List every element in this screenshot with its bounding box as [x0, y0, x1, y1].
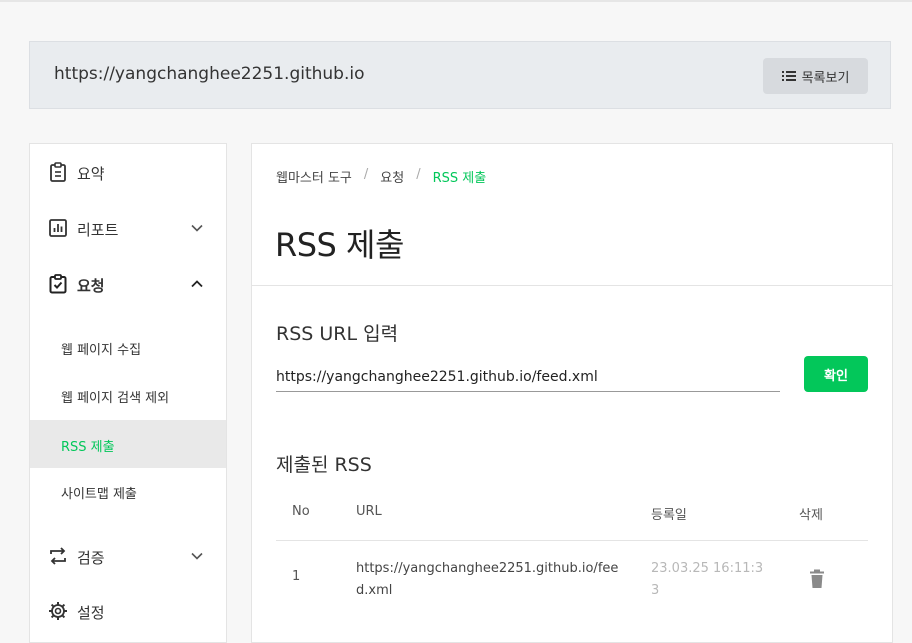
breadcrumb-separator: / [416, 167, 421, 182]
trash-icon [810, 569, 824, 588]
column-header-date: 등록일 [651, 508, 687, 523]
list-icon [781, 71, 796, 81]
sidebar-subitem-page-exclude[interactable]: 웹 페이지 검색 제외 [30, 371, 226, 419]
sidebar-item-label: 검증 [77, 549, 105, 567]
chevron-down-icon [191, 224, 203, 232]
table-row: 1 https://yangchanghee2251.github.io/fee… [276, 541, 868, 617]
page-title: RSS 제출 [275, 226, 404, 264]
column-header-delete: 삭제 [799, 508, 823, 523]
bar-chart-icon [49, 219, 67, 237]
sidebar-subitem-label: RSS 제출 [61, 440, 115, 455]
confirm-button[interactable]: 확인 [804, 356, 868, 392]
list-view-button[interactable]: 목록보기 [763, 58, 868, 94]
chevron-up-icon [191, 280, 203, 288]
sidebar-item-label: 요청 [77, 277, 105, 295]
sidebar-subitem-rss-submit[interactable]: RSS 제출 [30, 420, 226, 468]
sidebar-subitem-label: 웹 페이지 수집 [61, 343, 142, 358]
clipboard-icon [50, 162, 66, 182]
sidebar-subitem-page-collect[interactable]: 웹 페이지 수집 [30, 323, 226, 371]
chevron-down-icon [191, 552, 203, 560]
row-date: 23.03.25 16:11:33 [651, 561, 764, 598]
clipboard-check-icon [49, 274, 67, 294]
breadcrumb-item[interactable]: 요청 [380, 167, 404, 186]
sidebar-item-label: 리포트 [77, 221, 119, 239]
sidebar-item-request[interactable]: 요청 [30, 264, 226, 304]
breadcrumb-item[interactable]: 웹마스터 도구 [276, 167, 352, 186]
column-header-url: URL [356, 504, 382, 519]
divider [252, 285, 892, 286]
table-header: No URL 등록일 삭제 [276, 492, 868, 541]
sidebar-item-summary[interactable]: 요약 [30, 152, 226, 192]
rss-url-label: RSS URL 입력 [276, 323, 399, 345]
breadcrumb-current: RSS 제출 [432, 171, 487, 186]
sidebar-item-report[interactable]: 리포트 [30, 208, 226, 248]
delete-button[interactable] [808, 569, 826, 593]
sidebar-item-settings[interactable]: 설정 [30, 591, 226, 631]
sidebar-item-verify[interactable]: 검증 [30, 536, 226, 576]
row-url: https://yangchanghee2251.github.io/feed.… [356, 561, 619, 598]
main-panel: 웹마스터 도구 / 요청 / RSS 제출 RSS 제출 RSS URL 입력 … [251, 143, 893, 643]
sidebar-item-label: 설정 [77, 604, 105, 622]
column-header-no: No [292, 504, 310, 519]
submitted-rss-title: 제출된 RSS [276, 454, 372, 476]
sidebar-subitem-sitemap-submit[interactable]: 사이트맵 제출 [30, 467, 226, 515]
site-url: https://yangchanghee2251.github.io [54, 64, 365, 84]
list-view-button-label: 목록보기 [801, 70, 850, 86]
rss-url-input[interactable] [276, 362, 780, 392]
sidebar: 요약 리포트 요청 웹 페이지 수집 웹 페이지 검색 제외 RSS 제출 사이… [29, 143, 227, 643]
top-border [0, 0, 912, 2]
sidebar-subitem-label: 사이트맵 제출 [61, 487, 137, 502]
sidebar-subitem-label: 웹 페이지 검색 제외 [61, 391, 170, 406]
swap-icon [50, 547, 66, 565]
row-number: 1 [292, 569, 301, 584]
gear-icon [49, 602, 67, 620]
site-bar: https://yangchanghee2251.github.io 목록보기 [29, 41, 891, 109]
breadcrumb-separator: / [363, 167, 369, 182]
breadcrumb: 웹마스터 도구 / 요청 / RSS 제출 [276, 167, 486, 186]
sidebar-item-label: 요약 [77, 165, 105, 183]
